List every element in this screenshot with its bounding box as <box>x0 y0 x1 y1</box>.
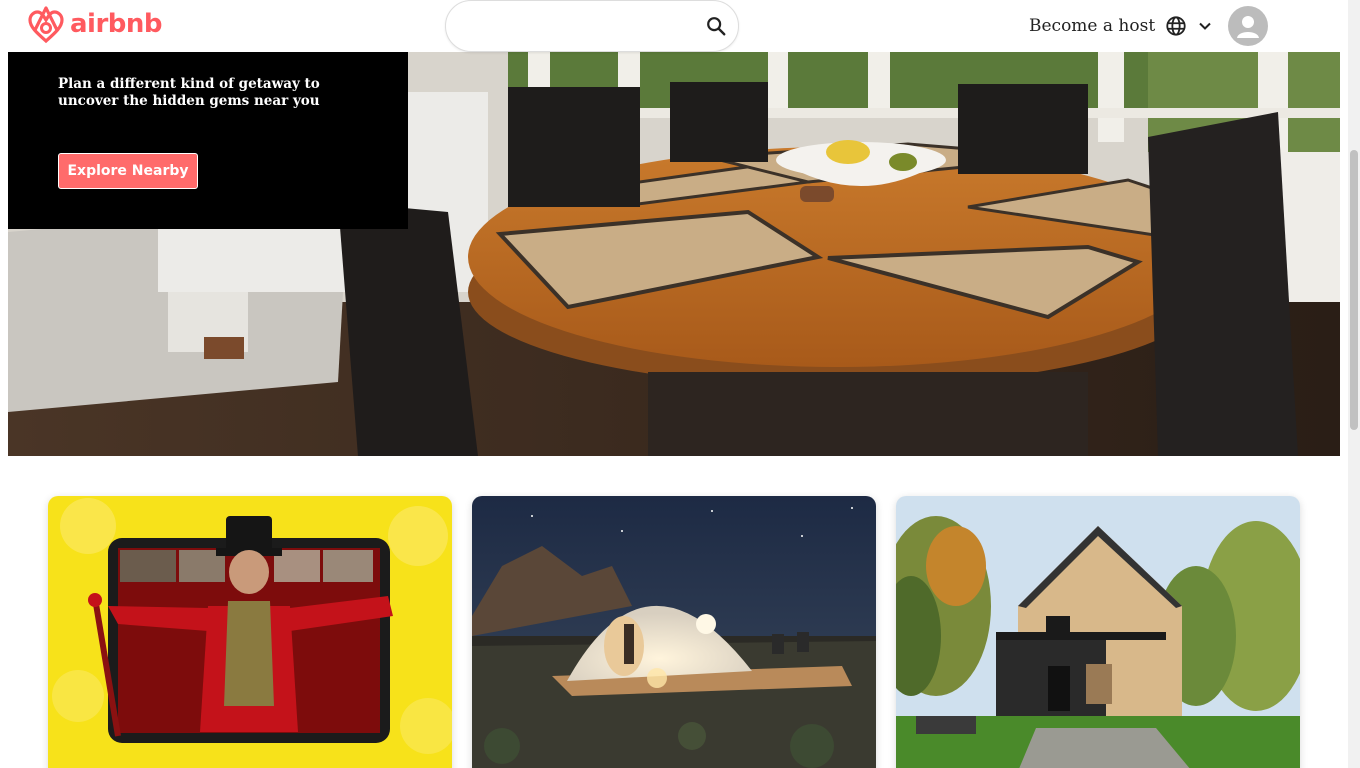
online-experience-image <box>48 496 452 768</box>
experience-card-online[interactable] <box>48 496 452 768</box>
stay-card-cabin[interactable] <box>896 496 1300 768</box>
user-avatar-icon <box>1237 16 1260 38</box>
explore-nearby-button[interactable]: Explore Nearby <box>58 153 198 189</box>
stay-card-dome[interactable] <box>472 496 876 768</box>
become-a-host-link[interactable]: Become a host <box>1029 16 1155 36</box>
hero-text-panel: Plan a different kind of getaway to unco… <box>8 52 408 229</box>
logo-text: airbnb <box>70 9 163 39</box>
hero-banner: Plan a different kind of getaway to unco… <box>8 52 1340 456</box>
search-bar[interactable] <box>445 0 739 52</box>
top-nav: airbnb Become a host <box>0 0 1348 52</box>
header-actions: Become a host <box>1029 0 1269 52</box>
user-avatar[interactable] <box>1228 6 1269 46</box>
scrollbar-thumb[interactable] <box>1350 150 1358 430</box>
airbnb-logo[interactable]: airbnb <box>27 3 163 45</box>
globe-icon[interactable] <box>1165 15 1187 37</box>
airbnb-logo-icon <box>28 6 64 44</box>
page-scrollbar[interactable] <box>1348 0 1360 768</box>
geodesic-dome-image <box>472 496 876 768</box>
hero-subtitle: Plan a different kind of getaway to unco… <box>58 76 320 109</box>
a-frame-cabin-image <box>896 496 1300 768</box>
search-icon[interactable] <box>705 15 727 37</box>
search-input[interactable] <box>464 13 694 41</box>
chevron-down-icon[interactable] <box>1197 18 1213 34</box>
